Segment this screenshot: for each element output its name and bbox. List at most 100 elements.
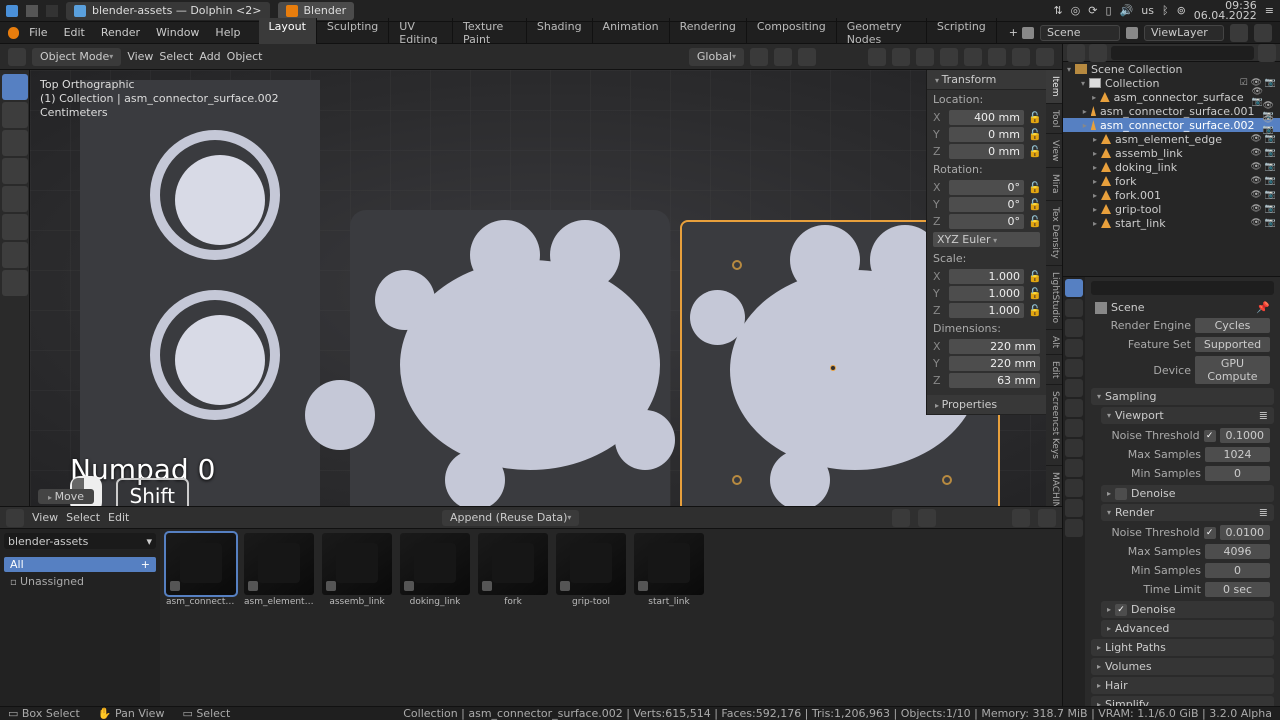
- asset-import-method[interactable]: Append (Reuse Data): [442, 510, 579, 526]
- npanel-tab[interactable]: Alt: [1046, 330, 1062, 355]
- search-icon[interactable]: [918, 509, 936, 527]
- tool-scale[interactable]: [2, 186, 28, 212]
- workspace-tab[interactable]: Shading: [527, 18, 593, 48]
- tool-rotate[interactable]: [2, 158, 28, 184]
- outliner-row[interactable]: ▸grip-tool👁 📷: [1063, 202, 1280, 216]
- tool-annotate[interactable]: [2, 242, 28, 268]
- menu-render[interactable]: Render: [95, 24, 146, 41]
- delete-icon[interactable]: [1254, 24, 1272, 42]
- os-logo-icon[interactable]: [6, 5, 18, 17]
- dim-x[interactable]: 220 mm: [949, 339, 1040, 354]
- rot-y[interactable]: 0°: [949, 197, 1024, 212]
- npanel-tab[interactable]: View: [1046, 134, 1062, 168]
- workspace-tab[interactable]: Scripting: [927, 18, 997, 48]
- new-icon[interactable]: [1230, 24, 1248, 42]
- menu-edit[interactable]: Edit: [58, 24, 91, 41]
- vp-max-samples[interactable]: 1024: [1205, 447, 1270, 462]
- filter-icon[interactable]: [1012, 509, 1030, 527]
- r-min-samples[interactable]: 0: [1205, 563, 1270, 578]
- tool-move[interactable]: [2, 130, 28, 156]
- desktop-switcher-icon[interactable]: [26, 5, 38, 17]
- tool-measure[interactable]: [2, 270, 28, 296]
- shading-matprev-icon[interactable]: [1012, 48, 1030, 66]
- dim-z[interactable]: 63 mm: [949, 373, 1040, 388]
- menu-object[interactable]: Object: [227, 50, 263, 63]
- asset-menu-view[interactable]: View: [32, 511, 58, 524]
- tray-icon[interactable]: ⇅: [1053, 4, 1062, 17]
- menu-view[interactable]: View: [127, 50, 153, 63]
- pivot-icon[interactable]: [750, 48, 768, 66]
- asset-cat-all[interactable]: All+: [4, 557, 156, 572]
- npanel-transform-hdr[interactable]: Transform: [927, 70, 1046, 90]
- r-max-samples[interactable]: 4096: [1205, 544, 1270, 559]
- prop-tab-world[interactable]: [1065, 359, 1083, 377]
- operator-panel[interactable]: Move: [38, 489, 94, 504]
- workspace-tab[interactable]: Rendering: [670, 18, 747, 48]
- workspace-tab[interactable]: UV Editing: [389, 18, 453, 48]
- section-light-paths[interactable]: Light Paths: [1091, 639, 1274, 656]
- feature-set-dropdown[interactable]: Supported: [1195, 337, 1270, 352]
- r-noise-check[interactable]: ✓: [1204, 527, 1216, 539]
- npanel-tab[interactable]: LightStudio: [1046, 266, 1062, 330]
- render-engine-dropdown[interactable]: Cycles: [1195, 318, 1270, 333]
- npanel-tab[interactable]: Screencst Keys: [1046, 385, 1062, 466]
- asset-thumbnail[interactable]: grip-tool: [554, 533, 628, 607]
- prop-tab-scene[interactable]: [1065, 339, 1083, 357]
- workspace-tab[interactable]: Compositing: [747, 18, 837, 48]
- asset-thumbnail[interactable]: fork: [476, 533, 550, 607]
- prop-tab-particles[interactable]: [1065, 419, 1083, 437]
- scene-field[interactable]: Scene: [1040, 25, 1120, 41]
- scl-y[interactable]: 1.000: [949, 286, 1024, 301]
- section-hair[interactable]: Hair: [1091, 677, 1274, 694]
- outliner-row[interactable]: ▸start_link👁 📷: [1063, 216, 1280, 230]
- prop-tab-data[interactable]: [1065, 479, 1083, 497]
- vp-noise-val[interactable]: 0.1000: [1220, 428, 1271, 443]
- section-sampling-render[interactable]: Render≣: [1101, 504, 1274, 521]
- asset-library-dropdown[interactable]: blender-assets▾: [4, 533, 156, 549]
- proportional-icon[interactable]: [798, 48, 816, 66]
- vp-noise-check[interactable]: ✓: [1204, 430, 1216, 442]
- shading-wire-icon[interactable]: [964, 48, 982, 66]
- r-time-limit[interactable]: 0 sec: [1205, 582, 1270, 597]
- properties-search[interactable]: [1091, 281, 1274, 295]
- npanel-tab[interactable]: Item: [1046, 70, 1062, 104]
- editor-type-icon[interactable]: [1067, 44, 1085, 62]
- keyboard-layout[interactable]: us: [1141, 4, 1154, 17]
- workspace-add[interactable]: +: [1009, 26, 1018, 39]
- menu-icon[interactable]: ≡: [1265, 4, 1274, 17]
- asset-thumbnail[interactable]: asm_element_edge: [242, 533, 316, 607]
- section-advanced[interactable]: Advanced: [1101, 620, 1274, 637]
- section-r-denoise[interactable]: ✓ Denoise: [1101, 601, 1274, 618]
- outliner-mode-icon[interactable]: [1089, 44, 1107, 62]
- outliner-row[interactable]: ▸fork👁 📷: [1063, 174, 1280, 188]
- tray-icon[interactable]: ▯: [1106, 4, 1112, 17]
- xray-icon[interactable]: [940, 48, 958, 66]
- viewlayer-field[interactable]: ViewLayer: [1144, 25, 1224, 41]
- prop-tab-constraints[interactable]: [1065, 459, 1083, 477]
- tool-select-box[interactable]: [2, 74, 28, 100]
- volume-icon[interactable]: 🔊: [1120, 4, 1134, 17]
- asset-cat-unassigned[interactable]: ▫ Unassigned: [4, 574, 156, 589]
- asset-thumbnail[interactable]: start_link: [632, 533, 706, 607]
- filter-icon[interactable]: [1258, 44, 1276, 62]
- workspace-tab[interactable]: Geometry Nodes: [837, 18, 927, 48]
- prop-tab-texture[interactable]: [1065, 519, 1083, 537]
- workspace-tab[interactable]: Sculpting: [317, 18, 389, 48]
- section-simplify[interactable]: Simplify: [1091, 696, 1274, 706]
- outliner-row[interactable]: ▸doking_link👁 📷: [1063, 160, 1280, 174]
- blender-logo-icon[interactable]: [8, 27, 19, 39]
- mode-dropdown[interactable]: Object Mode: [32, 48, 121, 66]
- menu-window[interactable]: Window: [150, 24, 205, 41]
- section-sampling-viewport[interactable]: Viewport≣: [1101, 407, 1274, 424]
- settings-icon[interactable]: [1038, 509, 1056, 527]
- taskbar-app-dolphin[interactable]: blender-assets — Dolphin <2>: [66, 2, 270, 20]
- menu-file[interactable]: File: [23, 24, 53, 41]
- menu-select[interactable]: Select: [159, 50, 193, 63]
- snap-icon[interactable]: [774, 48, 792, 66]
- npanel-tab[interactable]: Mira: [1046, 168, 1062, 200]
- section-vp-denoise[interactable]: Denoise: [1101, 485, 1274, 502]
- viewport-3d[interactable]: Top Orthographic (1) Collection | asm_co…: [30, 70, 1062, 506]
- wifi-icon[interactable]: ⊚: [1177, 4, 1186, 17]
- outliner-row[interactable]: ▸asm_connector_surface.002👁 📷: [1063, 118, 1280, 132]
- r-noise-val[interactable]: 0.0100: [1220, 525, 1271, 540]
